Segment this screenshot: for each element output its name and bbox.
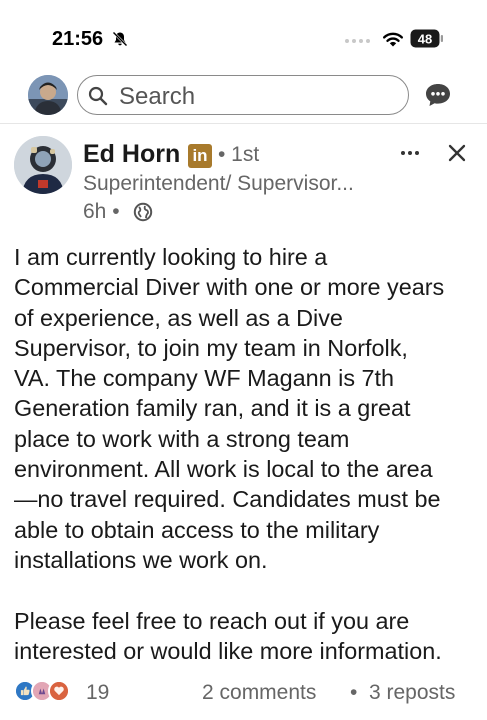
close-icon[interactable] bbox=[446, 142, 468, 164]
search-icon bbox=[88, 86, 108, 106]
author-avatar[interactable] bbox=[14, 136, 72, 194]
globe-icon bbox=[133, 202, 153, 222]
signal-dots bbox=[345, 39, 370, 43]
post-text: I am currently looking to hire a Commerc… bbox=[14, 244, 445, 664]
avatar[interactable] bbox=[28, 75, 68, 115]
wifi-icon bbox=[383, 32, 403, 47]
author-headline: Superintendent/ Supervisor... bbox=[83, 172, 354, 195]
connection-degree: • 1st bbox=[218, 143, 260, 166]
battery-icon: 48 bbox=[410, 29, 443, 48]
status-bar: 21:56 48 bbox=[0, 0, 487, 70]
author-name[interactable]: Ed Horn bbox=[83, 140, 180, 169]
reposts-count-link[interactable]: 3 reposts bbox=[369, 681, 455, 705]
reaction-count[interactable]: 19 bbox=[86, 681, 109, 705]
love-reaction-icon bbox=[48, 680, 70, 702]
separator-dot: • bbox=[350, 681, 358, 704]
comments-count-link[interactable]: 2 comments bbox=[202, 681, 316, 705]
messaging-icon[interactable] bbox=[424, 82, 452, 108]
status-time: 21:56 bbox=[52, 28, 104, 50]
top-header: Search bbox=[0, 70, 487, 120]
post-timestamp: 6h • bbox=[83, 200, 120, 223]
battery-level: 48 bbox=[418, 32, 432, 47]
linkedin-premium-icon: in bbox=[188, 144, 212, 168]
search-placeholder: Search bbox=[119, 83, 196, 110]
reactions-summary[interactable] bbox=[14, 680, 84, 704]
bell-slash-icon bbox=[112, 31, 128, 47]
more-icon bbox=[401, 151, 405, 155]
header-divider bbox=[0, 123, 487, 124]
search-input[interactable]: Search bbox=[77, 75, 409, 115]
more-options-button[interactable] bbox=[398, 143, 422, 163]
